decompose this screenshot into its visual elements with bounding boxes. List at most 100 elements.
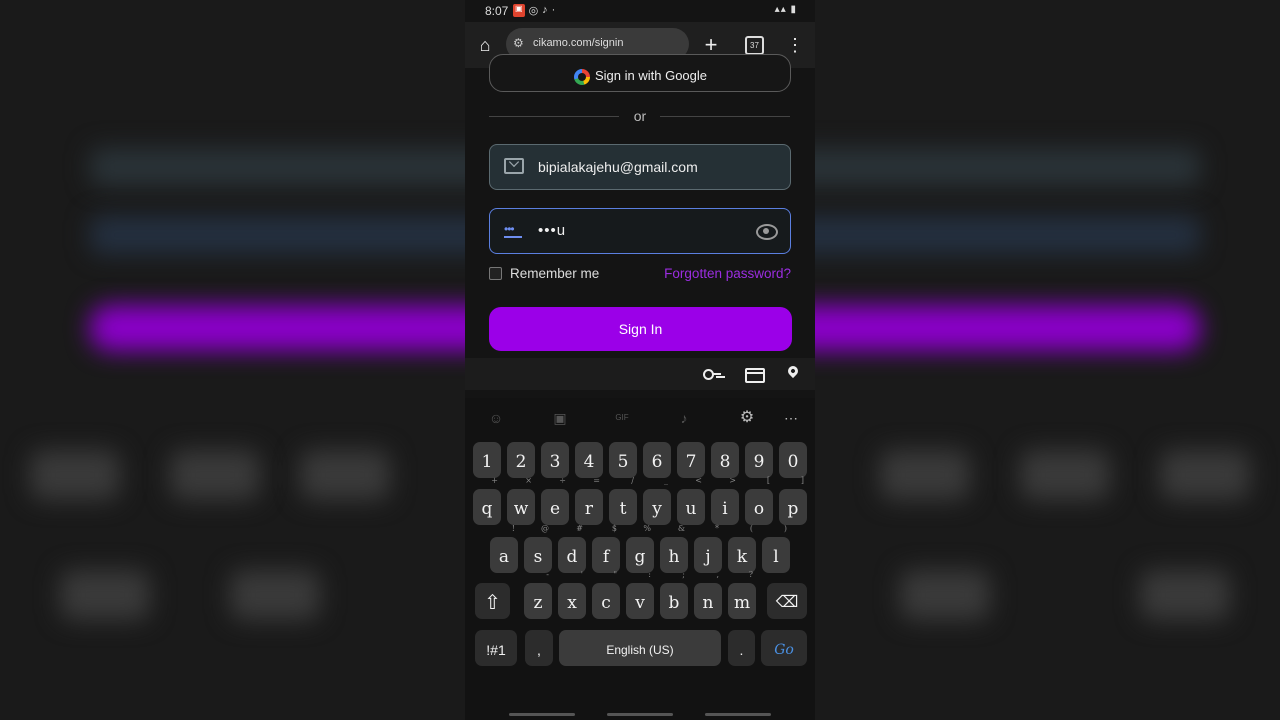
key-y[interactable]: y _ — [643, 477, 671, 525]
key-p[interactable]: p] — [779, 477, 807, 525]
sticker-icon[interactable]: ▣ — [552, 410, 568, 426]
key-u[interactable]: u < — [677, 477, 705, 525]
key-1[interactable]: 1 — [473, 442, 501, 478]
remember-me[interactable]: Remember me — [489, 266, 599, 281]
key-label: 3 — [549, 452, 561, 472]
status-bar: 8:07 ▣ ◎ ♪ · ▴▴ ▮ — [465, 0, 815, 22]
key-c[interactable]: c " — [592, 571, 620, 619]
key-hint: ) — [783, 524, 787, 533]
blurred-key — [1140, 570, 1230, 620]
key-label: 5 — [617, 452, 629, 472]
key-l[interactable]: l) — [762, 525, 790, 573]
key-label: a — [498, 547, 510, 567]
gesture-nav-bar — [465, 710, 815, 720]
nav-handle[interactable] — [607, 713, 673, 716]
symbols-key[interactable]: !#1 — [475, 630, 517, 666]
key-hint: × — [525, 476, 532, 485]
gif-icon[interactable]: GIF — [614, 410, 630, 426]
password-icon: ••• — [504, 222, 522, 238]
site-settings-icon[interactable]: ⚙ — [513, 36, 524, 50]
forgot-password-link[interactable]: Forgotten password? — [664, 266, 791, 281]
home-icon[interactable]: ⌂ — [473, 33, 497, 57]
key-label: 4 — [583, 452, 595, 472]
go-key[interactable]: Go — [761, 630, 807, 666]
emoji-icon[interactable]: ☺ — [488, 410, 504, 426]
tab-switcher-button[interactable]: 37 — [745, 36, 764, 55]
key-s[interactable]: s @ — [524, 525, 552, 573]
period-key[interactable]: . — [728, 630, 755, 666]
key-e[interactable]: e ÷ — [541, 477, 569, 525]
key-i[interactable]: i > — [711, 477, 739, 525]
blurred-key — [900, 570, 990, 620]
key-w[interactable]: w × — [507, 477, 535, 525]
signin-button[interactable]: Sign In — [489, 307, 792, 351]
key-5[interactable]: 5 — [609, 442, 637, 478]
nav-handle[interactable] — [509, 713, 575, 716]
key-z[interactable]: z- — [524, 571, 552, 619]
key-m[interactable]: m? — [728, 571, 756, 619]
key-t[interactable]: t / — [609, 477, 637, 525]
key-k[interactable]: k( — [728, 525, 756, 573]
key-a[interactable]: a! — [490, 525, 518, 573]
key-o[interactable]: o[ — [745, 477, 773, 525]
more-options-icon[interactable]: ⋯ — [783, 410, 799, 426]
key-hint: # — [576, 524, 583, 533]
key-hint: $ — [611, 524, 617, 533]
key-h[interactable]: h & — [660, 525, 688, 573]
key-j[interactable]: j * — [694, 525, 722, 573]
key-hint: : — [648, 570, 651, 579]
key-label: f — [602, 547, 610, 567]
key-4[interactable]: 4 — [575, 442, 603, 478]
key-b[interactable]: b; — [660, 571, 688, 619]
credit-card-icon[interactable] — [745, 368, 765, 383]
blurred-key — [1020, 450, 1110, 500]
more-menu-icon[interactable]: ⋮ — [783, 33, 807, 57]
key-v[interactable]: v: — [626, 571, 654, 619]
key-2[interactable]: 2 — [507, 442, 535, 478]
key-6[interactable]: 6 — [643, 442, 671, 478]
key-7[interactable]: 7 — [677, 442, 705, 478]
key-f[interactable]: f $ — [592, 525, 620, 573]
key-9[interactable]: 9 — [745, 442, 773, 478]
comma-key[interactable]: , — [525, 630, 553, 666]
key-d[interactable]: d # — [558, 525, 586, 573]
space-key[interactable]: English (US) — [559, 630, 721, 666]
phone-screen: 8:07 ▣ ◎ ♪ · ▴▴ ▮ ⌂ ⚙ cikamo.com/signin … — [465, 0, 815, 720]
nav-handle[interactable] — [705, 713, 771, 716]
key-hint: ÷ — [559, 476, 566, 485]
key-label: 9 — [753, 452, 765, 472]
key-3[interactable]: 3 — [541, 442, 569, 478]
status-time: 8:07 — [485, 4, 509, 18]
key-label: g — [634, 547, 646, 567]
settings-icon[interactable]: ⚙ — [739, 410, 755, 426]
url-text: cikamo.com/signin — [533, 37, 624, 49]
key-8[interactable]: 8 — [711, 442, 739, 478]
key-0[interactable]: 0 — [779, 442, 807, 478]
key-label: d — [566, 547, 578, 567]
key-g[interactable]: g% — [626, 525, 654, 573]
email-field[interactable]: bipialakajehu@gmail.com — [489, 144, 791, 190]
key-hint: ! — [511, 524, 515, 533]
google-signin-button[interactable]: Sign in with Google — [489, 54, 791, 92]
key-label: o — [753, 499, 765, 519]
blurred-key — [30, 450, 120, 500]
password-field[interactable]: ••• •••u — [489, 208, 791, 254]
key-q[interactable]: q + — [473, 477, 501, 525]
key-hint: ] — [800, 476, 804, 485]
key-hint: & — [677, 524, 685, 533]
shift-key[interactable]: ⇧ — [475, 583, 510, 619]
key-label: w — [513, 499, 529, 519]
letter-row-3: ⇧ ⌫ z - x ' c " v: b; n, m? — [465, 571, 815, 623]
key-r[interactable]: r = — [575, 477, 603, 525]
key-hint: " — [613, 570, 617, 579]
key-x[interactable]: x ' — [558, 571, 586, 619]
key-icon[interactable] — [703, 369, 721, 380]
key-n[interactable]: n, — [694, 571, 722, 619]
microphone-icon[interactable]: ♪ — [676, 410, 692, 426]
google-icon — [574, 69, 590, 85]
remember-me-checkbox[interactable] — [489, 267, 502, 280]
show-password-icon[interactable] — [756, 224, 778, 240]
location-pin-icon[interactable] — [785, 363, 801, 379]
blurred-key — [230, 570, 320, 620]
backspace-key[interactable]: ⌫ — [767, 583, 807, 619]
